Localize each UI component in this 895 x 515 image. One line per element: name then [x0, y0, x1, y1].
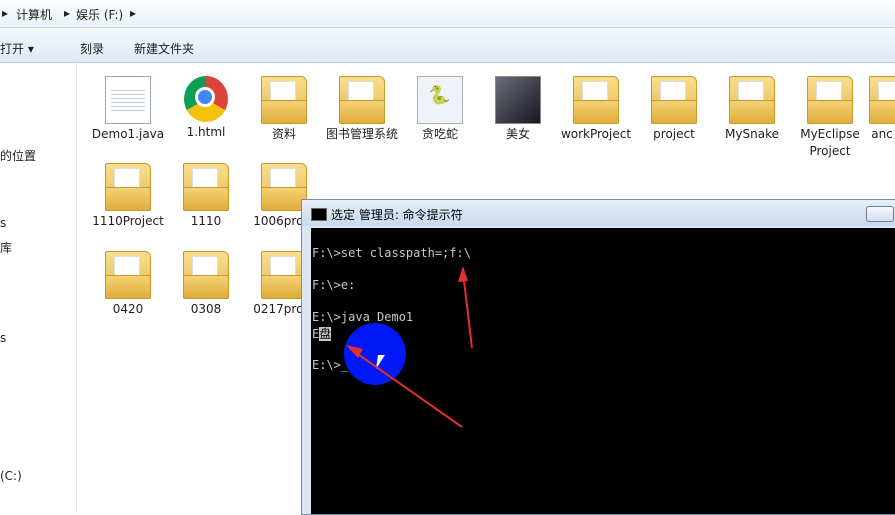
- arrowhead: [458, 266, 468, 282]
- annotation-arrow: [462, 271, 473, 349]
- annotation-arrows: [346, 266, 473, 428]
- annotation-arrow: [351, 349, 463, 428]
